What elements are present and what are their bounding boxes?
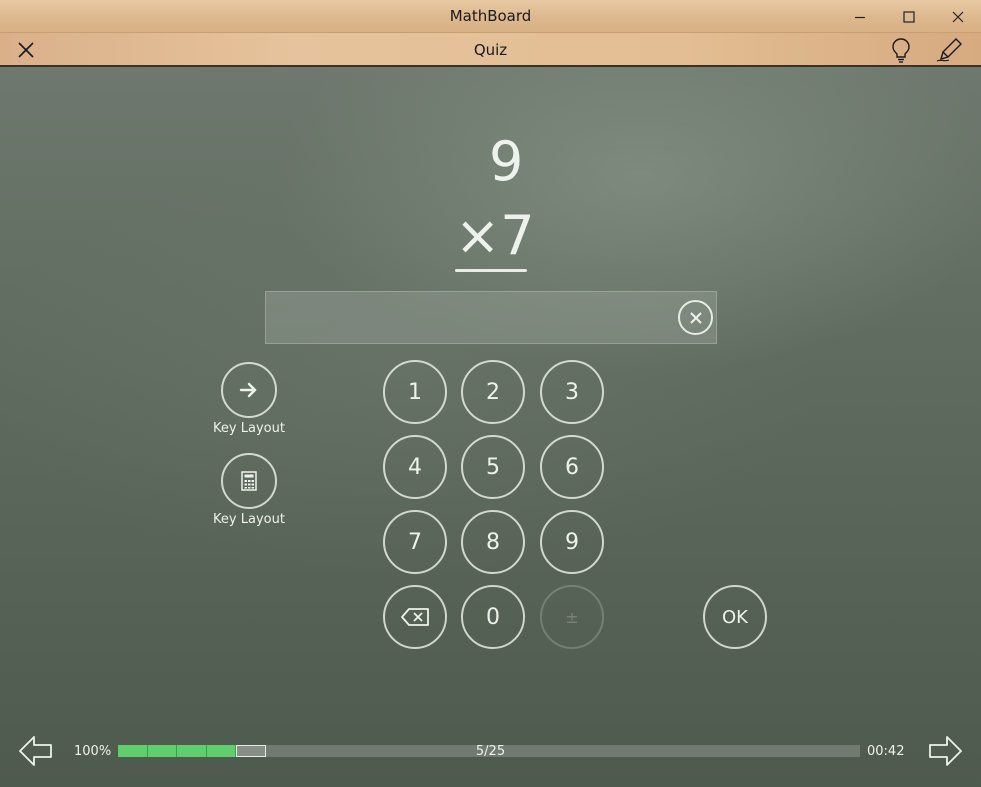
clear-answer-button[interactable]	[678, 300, 713, 335]
problem-underline	[455, 269, 527, 272]
minimize-button[interactable]	[837, 0, 883, 33]
close-icon	[952, 11, 964, 22]
key-layout-calculator-button[interactable]	[221, 453, 277, 509]
problem-bottom-operand: ×7	[455, 204, 535, 267]
maximize-button[interactable]	[886, 0, 932, 33]
key-9[interactable]: 9	[540, 510, 604, 574]
pencil-icon	[936, 38, 962, 62]
key-7[interactable]: 7	[383, 510, 447, 574]
ok-button[interactable]: OK	[703, 585, 767, 649]
key-5[interactable]: 5	[461, 435, 525, 499]
scratchpad-button[interactable]	[929, 33, 969, 67]
key-4[interactable]: 4	[383, 435, 447, 499]
maximize-icon	[903, 10, 915, 23]
key-6[interactable]: 6	[540, 435, 604, 499]
key-2[interactable]: 2	[461, 360, 525, 424]
next-arrow-icon[interactable]	[927, 733, 963, 769]
app-bar: Quiz	[0, 33, 981, 67]
title-bar: MathBoard	[0, 0, 981, 33]
lightbulb-icon	[892, 38, 910, 63]
hint-button[interactable]	[881, 33, 921, 67]
minimize-icon	[855, 16, 865, 18]
page-title: Quiz	[473, 41, 508, 59]
key-1[interactable]: 1	[383, 360, 447, 424]
backspace-icon	[401, 608, 429, 626]
window-title: MathBoard	[449, 7, 532, 25]
key-8[interactable]: 8	[461, 510, 525, 574]
answer-input[interactable]	[265, 291, 717, 344]
key-layout-arrow-button[interactable]	[221, 362, 277, 418]
key-layout-label: Key Layout	[213, 421, 285, 436]
arrow-right-icon	[239, 382, 257, 398]
calculator-icon	[241, 471, 257, 491]
sign-toggle-button[interactable]: ±	[540, 585, 604, 649]
close-window-button[interactable]	[935, 0, 981, 33]
key-3[interactable]: 3	[540, 360, 604, 424]
close-icon	[689, 311, 702, 324]
question-count: 5/25	[475, 744, 506, 759]
problem-top-operand: 9	[489, 130, 524, 193]
quiz-timer: 00:42	[867, 744, 905, 759]
key-0[interactable]: 0	[461, 585, 525, 649]
key-layout-label: Key Layout	[213, 512, 285, 527]
backspace-button[interactable]	[383, 585, 447, 649]
